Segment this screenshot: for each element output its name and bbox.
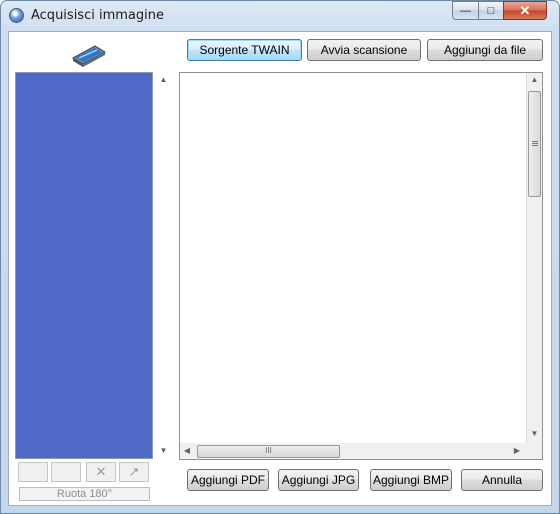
preview-scroll-down-icon[interactable]: ▼ [527, 429, 542, 438]
preview-scroll-right-icon[interactable]: ▶ [510, 446, 524, 455]
thumb-tool-button-2[interactable] [51, 462, 81, 482]
preview-scroll-up-icon[interactable]: ▲ [527, 75, 542, 84]
scrollbar-corner [525, 442, 542, 459]
client-area: Sorgente TWAIN Avvia scansione Aggiungi … [8, 31, 552, 506]
image-preview-area[interactable]: ▲ ▼ ◀ III ▶ [179, 72, 543, 460]
add-jpg-button[interactable]: Aggiungi JPG [278, 469, 359, 491]
preview-vertical-thumb[interactable] [528, 91, 541, 197]
close-button[interactable]: ✕ [503, 1, 547, 20]
thumbnail-scrollbar[interactable]: ▲ ▼ [155, 72, 172, 459]
scroll-down-arrow-icon[interactable]: ▼ [155, 446, 172, 455]
twain-source-button[interactable]: Sorgente TWAIN [187, 39, 302, 61]
start-scan-button[interactable]: Avvia scansione [307, 39, 421, 61]
expand-icon: ↗ [128, 464, 140, 479]
preview-scroll-left-icon[interactable]: ◀ [180, 446, 194, 455]
scroll-up-arrow-icon[interactable]: ▲ [155, 75, 172, 84]
window-title: Acquisisci immagine [31, 8, 164, 23]
preview-horizontal-thumb[interactable]: III [197, 445, 340, 458]
add-pdf-button[interactable]: Aggiungi PDF [187, 469, 269, 491]
add-from-file-button[interactable]: Aggiungi da file [427, 39, 543, 61]
minimize-button[interactable]: — [452, 1, 479, 20]
cancel-button[interactable]: Annulla [461, 469, 543, 491]
acquire-image-window: Acquisisci immagine — □ ✕ Sorgente TWAIN… [0, 0, 560, 514]
add-bmp-button[interactable]: Aggiungi BMP [370, 469, 452, 491]
maximize-button[interactable]: □ [478, 1, 504, 20]
scanner-icon [71, 45, 107, 67]
title-bar: Acquisisci immagine — □ ✕ [1, 1, 559, 31]
preview-vertical-scrollbar[interactable]: ▲ ▼ [526, 73, 542, 443]
expand-page-button[interactable]: ↗ [119, 462, 149, 482]
window-app-icon [9, 8, 24, 23]
preview-horizontal-scrollbar[interactable]: ◀ III ▶ [180, 443, 526, 459]
thumb-tool-button-1[interactable] [18, 462, 48, 482]
rotate-180-button[interactable]: Ruota 180° [19, 487, 150, 501]
thumbnail-list[interactable] [15, 72, 153, 459]
delete-icon: ✕ [95, 464, 107, 479]
delete-page-button[interactable]: ✕ [86, 462, 116, 482]
